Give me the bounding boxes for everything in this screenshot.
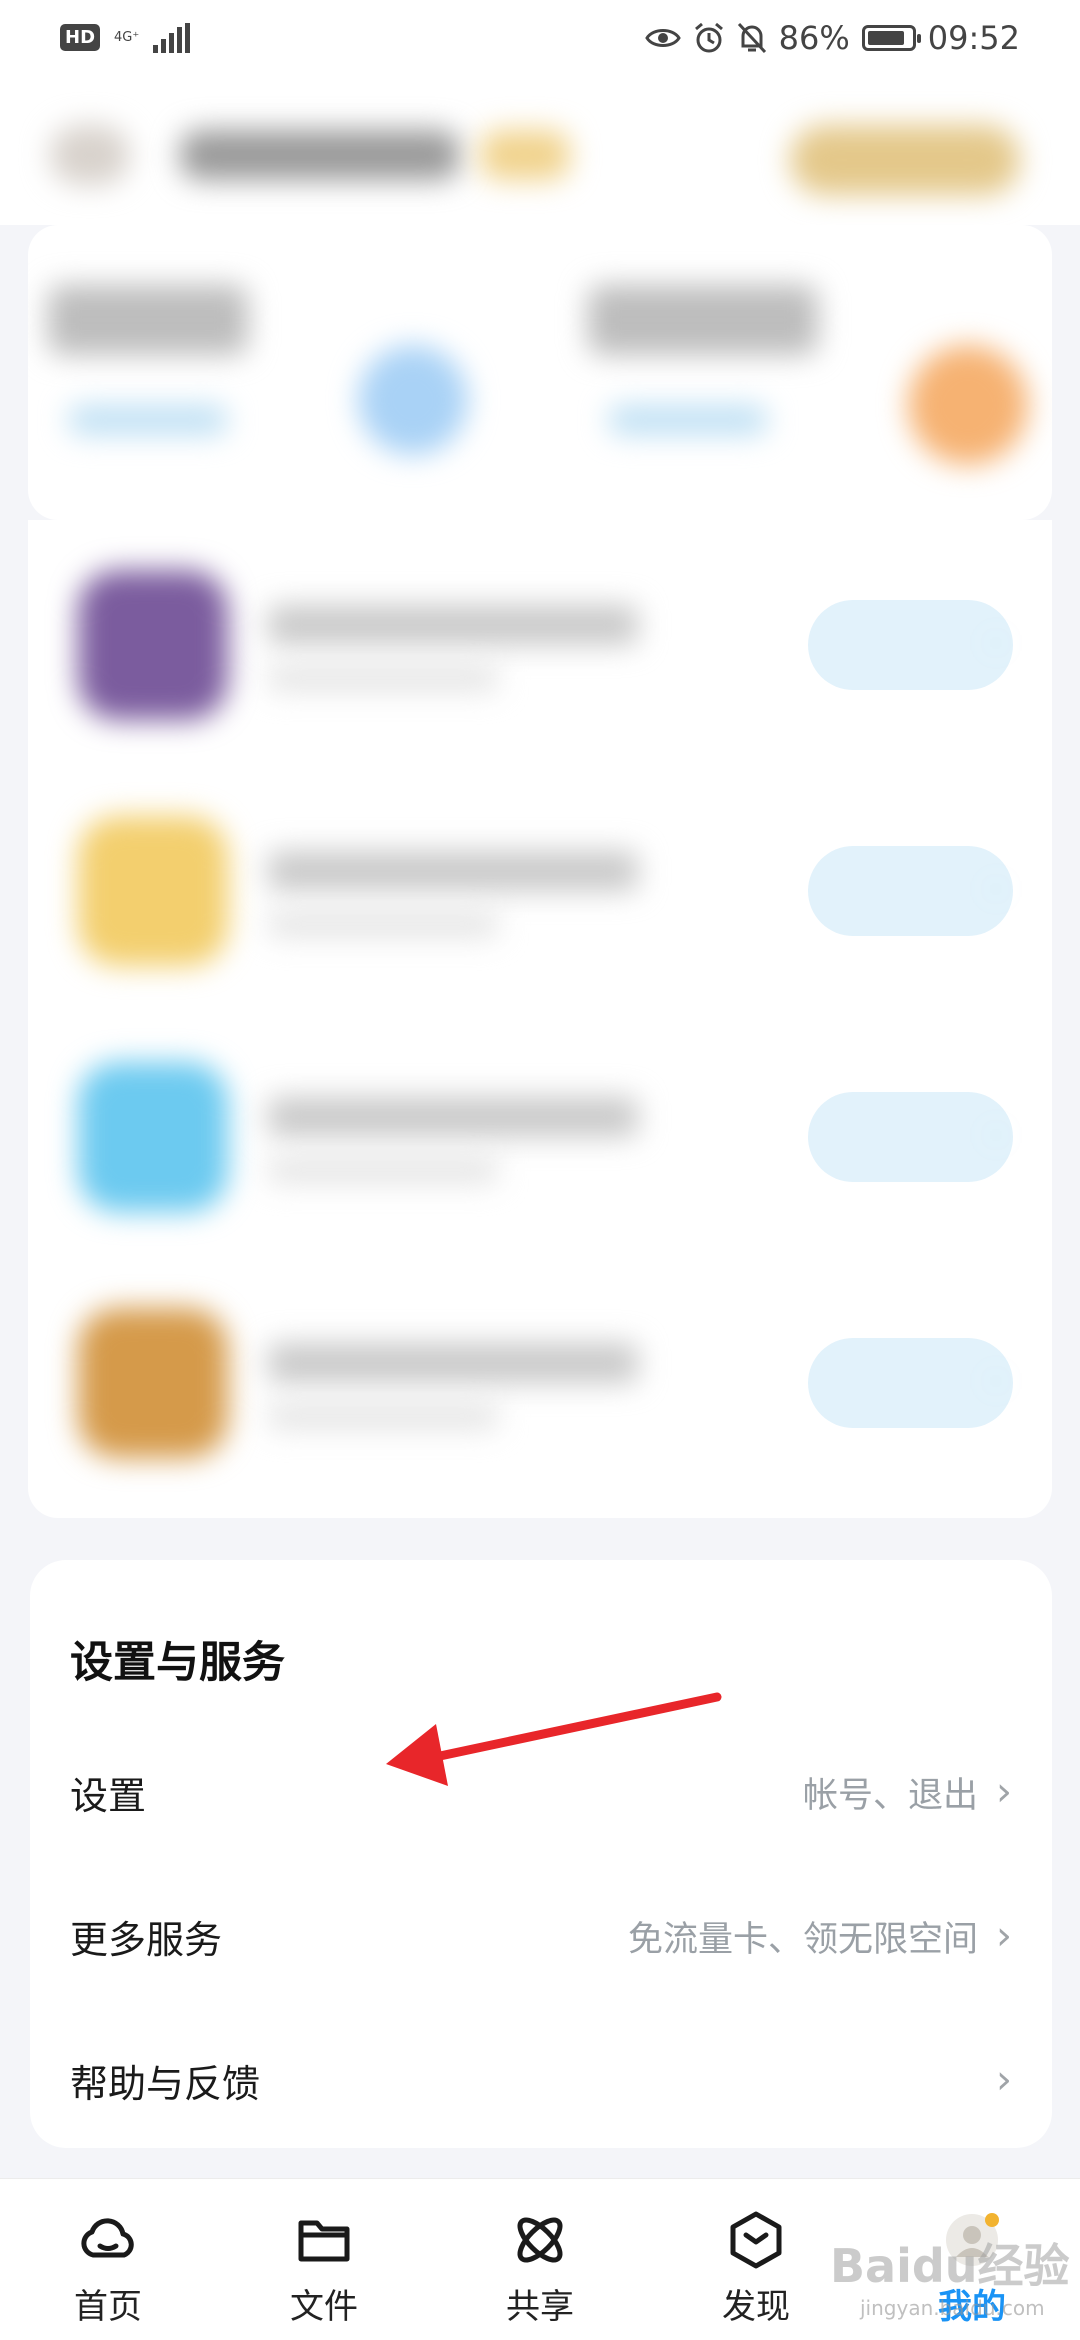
list-item: · [28,1258,1052,1504]
nav-label: 文件 [290,2287,358,2327]
folder-icon [298,2220,350,2262]
battery-icon [861,24,921,51]
battery-percent: 86% [778,18,850,57]
more-services-row[interactable]: 更多服务 免流量卡、领无限空间 › [30,1866,1052,2006]
row-label: 更多服务 [70,1917,223,1962]
nav-share[interactable]: 共享 [432,2179,648,2340]
nav-files[interactable]: 文件 [216,2179,432,2340]
section-title: 设置与服务 [70,1638,285,1688]
hd-badge: HD [60,24,101,51]
settings-services-card: 设置与服务 设置 帐号、退出 › 更多服务 免流量卡、领无限空间 › 帮助与反馈… [30,1560,1052,2148]
list-item: · [28,766,1052,1012]
eye-icon [644,28,681,47]
atom-icon [517,2217,563,2263]
alarm-icon [694,22,723,52]
list-item: · [28,520,1052,766]
storage-card-blurred [28,225,1052,520]
profile-header-blurred [0,75,1080,225]
chevron-right-icon: › [996,1769,1012,1815]
chevron-right-icon: › [996,1913,1012,1959]
nav-label: 首页 [74,2287,142,2327]
status-bar: HD 4G⁺ 86% 09:52 [0,0,1080,75]
row-label: 帮助与反馈 [70,2061,261,2106]
watermark-url: jingyan.baidu.com [860,2296,1045,2320]
feature-list-blurred: · · · · [28,520,1052,1518]
nav-home[interactable]: 首页 [0,2179,216,2340]
nav-label: 共享 [506,2287,574,2327]
chevron-right-icon: › [996,2057,1012,2103]
row-hint: 免流量卡、领无限空间 [627,1919,978,1960]
cube-icon [730,2211,782,2269]
signal-icon [153,22,191,53]
clock: 09:52 [927,18,1020,57]
settings-row[interactable]: 设置 帐号、退出 › [30,1722,1052,1862]
bell-off-icon [737,22,766,53]
watermark: Baidu经验 [830,2239,1070,2293]
help-feedback-row[interactable]: 帮助与反馈 › [30,2010,1052,2150]
status-right: 86% 09:52 [644,18,1020,57]
network-type: 4G⁺ [114,30,140,45]
status-left: HD 4G⁺ [60,22,191,53]
cloud-icon [81,2218,134,2258]
nav-label: 发现 [722,2287,790,2327]
list-item: · [28,1012,1052,1258]
row-label: 设置 [70,1773,147,1818]
row-hint: 帐号、退出 [802,1775,978,1816]
